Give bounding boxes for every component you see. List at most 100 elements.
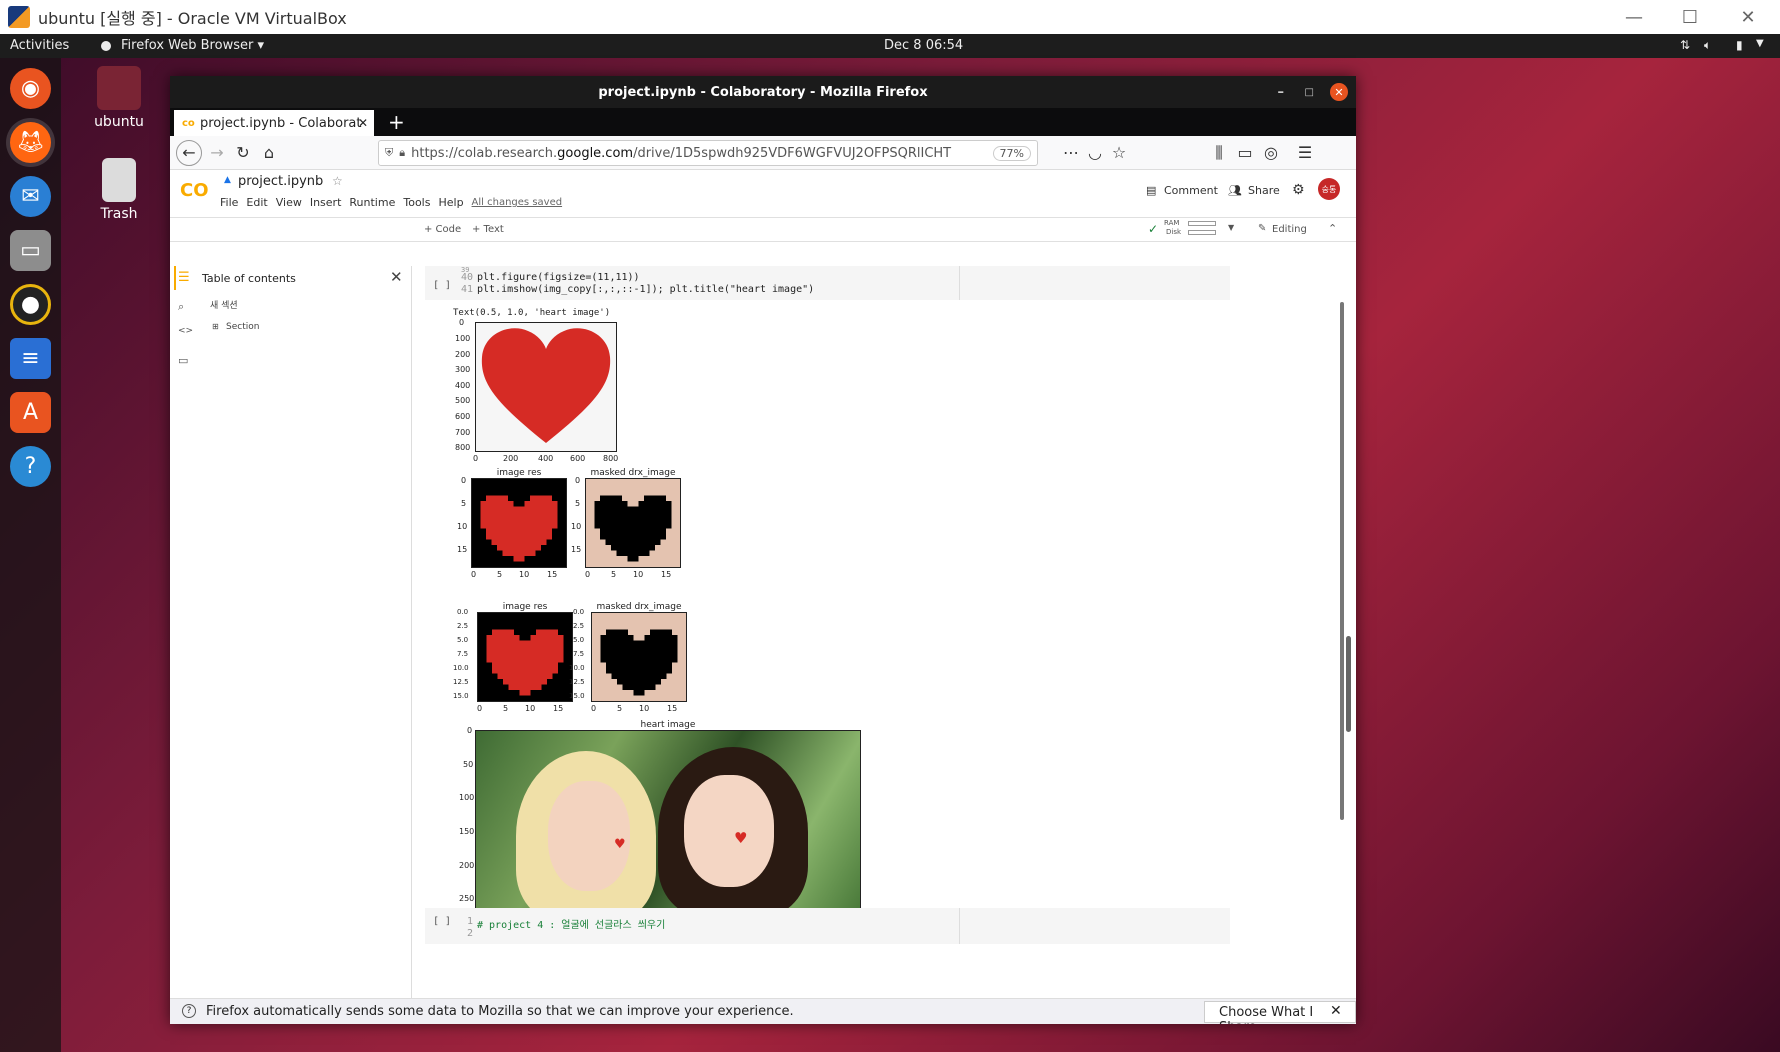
tick-label: 0 (461, 476, 467, 485)
comment-button[interactable]: Comment (1164, 184, 1218, 197)
trash-icon[interactable]: Trash (74, 158, 164, 222)
code-comment-line[interactable]: # project 4 : 얼굴에 선글라스 씌우기 (477, 916, 665, 931)
colab-logo[interactable]: CO (180, 180, 209, 201)
ff-maximize-button[interactable]: □ (1305, 87, 1314, 98)
menu-icon[interactable]: ☰ (1294, 143, 1316, 163)
zoom-indicator[interactable]: 77% (992, 145, 1031, 161)
minimize-button[interactable]: — (1606, 0, 1662, 34)
output-scrollbar[interactable] (1340, 302, 1344, 820)
app-menu[interactable]: Firefox Web Browser ▾ (121, 38, 264, 53)
account-icon[interactable]: ◎ (1260, 143, 1282, 163)
toc-list-icon[interactable]: ☰ (178, 270, 190, 285)
volume-icon[interactable]: 🔈︎ (1704, 38, 1711, 53)
ff-close-button[interactable]: ✕ (1330, 83, 1348, 101)
thunderbird-icon[interactable]: ✉ (10, 176, 51, 217)
search-icon[interactable]: ⌕ (178, 300, 184, 314)
url-bar[interactable]: ⛨ 🔒︎ https://colab.research. google.com/d… (378, 140, 1038, 166)
menu-view[interactable]: View (276, 196, 302, 209)
heart-plot-axes (475, 322, 617, 452)
drive-icon: ▲ (224, 175, 231, 185)
tab-close-icon[interactable]: ✕ (358, 116, 368, 130)
code-snippets-icon[interactable]: <> (178, 326, 193, 336)
close-button[interactable]: ✕ (1720, 0, 1776, 34)
tick-label: 15 (667, 704, 678, 713)
tick-label: 400 (538, 454, 554, 463)
tick-label: 0 (591, 704, 597, 713)
menu-tools[interactable]: Tools (403, 196, 430, 209)
output-text: Text(0.5, 1.0, 'heart image') (453, 308, 611, 318)
notification-close-icon[interactable]: ✕ (1330, 1003, 1342, 1019)
avatar[interactable]: 숭통 (1318, 178, 1340, 200)
firefox-window: project.ipynb - Colaboratory - Mozilla F… (170, 76, 1356, 1024)
code-cell-1[interactable]: [ ] 39 40 plt.figure(figsize=(11,11)) 41… (425, 266, 1230, 300)
bookmark-star-icon[interactable]: ☆ (1108, 143, 1130, 163)
home-button[interactable]: ⌂ (258, 143, 280, 163)
page-actions-icon[interactable]: ⋯ (1060, 143, 1082, 163)
forward-button[interactable]: → (206, 143, 228, 163)
tick-label: 600 (455, 412, 471, 421)
runtime-dropdown-icon[interactable]: ▼ (1228, 223, 1234, 232)
writer-icon[interactable]: ≡ (10, 338, 51, 379)
rhythmbox-icon[interactable]: ● (10, 284, 51, 325)
toc-expand-icon[interactable]: ⊞ (212, 322, 219, 331)
run-cell-button-2[interactable]: [ ] (433, 916, 451, 927)
help-icon[interactable]: ? (10, 446, 51, 487)
disk-label: Disk (1166, 228, 1182, 236)
toc-item-section[interactable]: Section (226, 322, 259, 332)
new-tab-button[interactable]: + (388, 110, 405, 134)
ubuntu-software-icon[interactable]: ◉ (10, 68, 51, 109)
tick-label: 0 (467, 726, 473, 735)
tick-label: 5 (575, 499, 581, 508)
tick-label: 100 (459, 793, 475, 802)
toc-item-new-section[interactable]: 새 섹션 (210, 298, 238, 311)
reload-button[interactable]: ↻ (232, 143, 254, 163)
menu-file[interactable]: File (220, 196, 238, 209)
settings-gear-icon[interactable]: ⚙ (1292, 182, 1305, 198)
editing-mode[interactable]: Editing (1272, 224, 1307, 235)
pixel-heart-red (471, 478, 567, 568)
code-line[interactable]: plt.figure(figsize=(11,11)) (477, 272, 640, 283)
system-menu-icon[interactable]: ▼ (1756, 38, 1764, 49)
tick-label: 500 (455, 396, 471, 405)
home-folder-icon[interactable]: ubuntu (74, 66, 164, 130)
sidebar-icon[interactable]: ▭ (1234, 143, 1256, 163)
tick-label: 10 (457, 522, 468, 531)
files-pane-icon[interactable]: ▭ (178, 354, 188, 367)
toc-title: Table of contents (202, 272, 296, 285)
menu-edit[interactable]: Edit (246, 196, 267, 209)
connected-check-icon: ✓ (1148, 222, 1159, 236)
url-prefix: https://colab.research. (411, 145, 558, 161)
network-icon[interactable]: ⇅ (1680, 38, 1690, 52)
menu-help[interactable]: Help (438, 196, 463, 209)
toc-pane: ☰ Table of contents ✕ ⌕ <> ▭ 새 섹션 ⊞ Sect… (170, 266, 412, 998)
add-code-button[interactable]: + Code (424, 224, 461, 235)
save-status[interactable]: All changes saved (472, 197, 563, 209)
notebook-filename[interactable]: project.ipynb (238, 174, 323, 189)
pocket-icon[interactable]: ◡ (1084, 143, 1106, 163)
clock[interactable]: Dec 8 06:54 (884, 38, 963, 53)
menu-runtime[interactable]: Runtime (349, 196, 395, 209)
toc-close-icon[interactable]: ✕ (390, 268, 403, 286)
page-scrollbar[interactable] (1346, 636, 1351, 732)
run-cell-button[interactable]: [ ] (433, 280, 451, 291)
code-line[interactable]: plt.imshow(img_copy[:,:,::-1]); plt.titl… (477, 284, 814, 295)
software-center-icon[interactable]: A (10, 392, 51, 433)
add-text-button[interactable]: + Text (472, 224, 504, 235)
collapse-icon[interactable]: ⌃ (1328, 222, 1337, 235)
star-icon[interactable]: ☆ (332, 174, 343, 188)
pixel-heart-red-2 (477, 612, 573, 702)
ff-minimize-button[interactable]: – (1278, 85, 1285, 100)
back-button[interactable]: ← (176, 140, 202, 166)
code-cell-2[interactable]: [ ] 1 # project 4 : 얼굴에 선글라스 씌우기 2 (425, 908, 1230, 944)
tab-colab[interactable]: co project.ipynb - Colaborat ✕ (174, 110, 374, 136)
firefox-dock-icon[interactable]: 🦊︎ (10, 122, 51, 163)
maximize-button[interactable]: ☐ (1662, 0, 1718, 34)
firefox-title: project.ipynb - Colaboratory - Mozilla F… (598, 84, 928, 100)
menu-insert[interactable]: Insert (310, 196, 342, 209)
library-icon[interactable]: ⫼ (1208, 143, 1230, 163)
files-icon[interactable]: ▭ (10, 230, 51, 271)
battery-icon[interactable]: ▮ (1736, 38, 1743, 52)
share-button[interactable]: Share (1248, 184, 1280, 197)
activities-button[interactable]: Activities (10, 38, 69, 53)
tick-label: 15 (661, 570, 672, 579)
